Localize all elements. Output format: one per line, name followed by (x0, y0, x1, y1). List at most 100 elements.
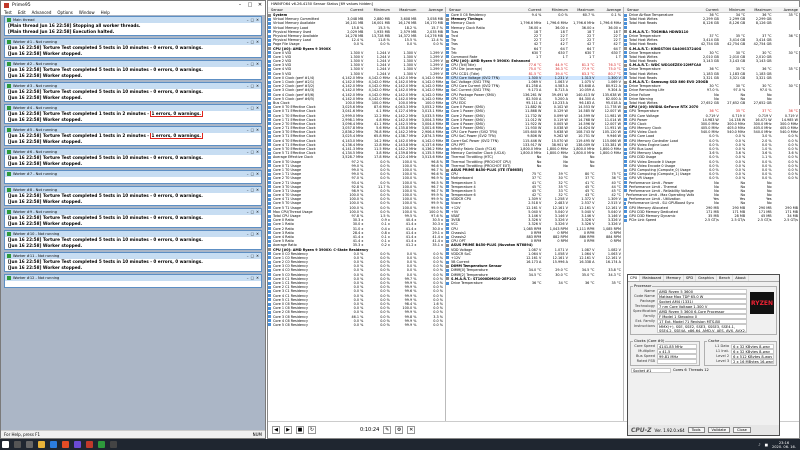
sensor-row[interactable]: Core 5 C6 Residency 0.0 % 0.0 % 99.9 % 0.0 % (268, 323, 445, 327)
worker-close-button[interactable]: ✕ (256, 232, 259, 236)
collapse-icon[interactable]: ▶ (284, 426, 292, 434)
worker-close-button[interactable]: ✕ (256, 62, 259, 66)
cpuz-close-button[interactable]: Close (733, 427, 751, 433)
expand-icon[interactable]: ◀ (272, 426, 280, 434)
hwinfo-taskbar-icon[interactable] (98, 441, 105, 448)
maximize-button[interactable]: □ (245, 2, 255, 8)
column-current[interactable]: Current (694, 7, 720, 12)
edge-icon[interactable] (50, 441, 57, 448)
worker-minimize-button[interactable]: – (247, 172, 249, 176)
tools-button[interactable]: Tools (687, 427, 705, 433)
volume-icon[interactable]: ♪ (758, 443, 760, 447)
task-view-icon[interactable] (26, 441, 33, 448)
column-sensor[interactable]: Sensor (268, 7, 339, 12)
column-sensor[interactable]: Sensor (624, 7, 694, 12)
worker-close-button[interactable]: ✕ (256, 254, 259, 258)
tab-bench[interactable]: Bench (717, 275, 734, 281)
tab-spd[interactable]: SPD (684, 275, 697, 281)
worker-maximize-button[interactable]: □ (251, 254, 254, 258)
prime95-taskbar-icon[interactable] (86, 441, 93, 448)
worker-maximize-button[interactable]: □ (251, 210, 254, 214)
cpuz-taskbar-icon[interactable] (110, 441, 117, 448)
menu-item-test[interactable]: Test (4, 10, 12, 15)
worker-minimize-button[interactable]: – (247, 40, 249, 44)
worker-close-button[interactable]: ✕ (256, 106, 259, 110)
reset-icon[interactable]: ↻ (308, 426, 316, 434)
worker-close-button[interactable]: ✕ (256, 40, 259, 44)
worker-maximize-button[interactable]: □ (251, 172, 254, 176)
menu-item-advanced[interactable]: Advanced (32, 10, 52, 15)
sensor-panel-1[interactable]: Sensor Current Minimum Maximum Average System… (268, 7, 446, 421)
column-minimum[interactable]: Minimum (365, 7, 392, 12)
menu-item-options[interactable]: Options (57, 10, 72, 15)
search-icon[interactable] (14, 441, 21, 448)
worker-close-button[interactable]: ✕ (256, 188, 259, 192)
settings-icon[interactable]: ⚙ (395, 426, 404, 434)
worker-close-button[interactable]: ✕ (256, 172, 259, 176)
column-minimum[interactable]: Minimum (721, 7, 747, 12)
column-average[interactable]: Average (418, 7, 445, 12)
firefox-icon[interactable] (62, 441, 69, 448)
tab-graphics[interactable]: Graphics (696, 275, 717, 281)
worker-maximize-button[interactable]: □ (251, 18, 254, 22)
network-icon[interactable]: ■ (296, 426, 304, 434)
worker-close-button[interactable]: ✕ (256, 276, 259, 280)
start-icon[interactable] (2, 441, 9, 448)
worker-close-button[interactable]: ✕ (256, 150, 259, 154)
column-sensor[interactable]: Sensor (446, 7, 517, 12)
worker-maximize-button[interactable]: □ (251, 62, 254, 66)
close-button[interactable]: ✕ (255, 2, 265, 8)
tab-memory[interactable]: Memory (664, 275, 684, 281)
column-maximum[interactable]: Maximum (392, 7, 419, 12)
minimize-button[interactable]: – (235, 2, 245, 8)
worker-close-button[interactable]: ✕ (256, 128, 259, 132)
column-minimum[interactable]: Minimum (543, 7, 570, 12)
worker-maximize-button[interactable]: □ (251, 150, 254, 154)
network-tray-icon[interactable]: ■ (765, 443, 768, 447)
close-sensors-icon[interactable]: ✕ (407, 426, 416, 434)
column-average[interactable]: Average (774, 7, 800, 12)
tab-mainboard[interactable]: Mainboard (640, 275, 665, 281)
column-average[interactable]: Average (596, 7, 623, 12)
menu-item-help[interactable]: Help (101, 10, 110, 15)
worker-close-button[interactable]: ✕ (256, 18, 259, 22)
worker-minimize-button[interactable]: – (247, 84, 249, 88)
menu-item-window[interactable]: Window (79, 10, 95, 15)
worker-minimize-button[interactable]: – (247, 62, 249, 66)
sensor-panel-3[interactable]: Sensor Current Minimum Maximum Average Drive … (624, 7, 800, 258)
column-maximum[interactable]: Maximum (747, 7, 773, 12)
worker-maximize-button[interactable]: □ (251, 40, 254, 44)
worker-minimize-button[interactable]: – (247, 276, 249, 280)
log-icon[interactable]: ✎ (383, 426, 392, 434)
file-explorer-icon[interactable] (38, 441, 45, 448)
worker-minimize-button[interactable]: – (247, 150, 249, 154)
worker-maximize-button[interactable]: □ (251, 84, 254, 88)
sensor-panel-2[interactable]: Sensor Current Minimum Maximum Average Core 0… (446, 7, 624, 421)
sensor-row[interactable]: Drive Temperature 36 °C 34 °C 36 °C 35 °C (446, 281, 623, 285)
tab-cpu[interactable]: CPU (628, 275, 641, 281)
worker-maximize-button[interactable]: □ (251, 232, 254, 236)
worker-minimize-button[interactable]: – (247, 254, 249, 258)
column-current[interactable]: Current (517, 7, 544, 12)
worker-maximize-button[interactable]: □ (251, 188, 254, 192)
column-current[interactable]: Current (339, 7, 366, 12)
worker-minimize-button[interactable]: – (247, 106, 249, 110)
validate-button[interactable]: Validate (707, 427, 731, 433)
taskbar-clock[interactable]: 23:16 2020. 06. 16. (772, 441, 796, 449)
tab-about[interactable]: About (733, 275, 749, 281)
worker-minimize-button[interactable]: – (247, 232, 249, 236)
discord-icon[interactable] (74, 441, 81, 448)
worker-minimize-button[interactable]: – (247, 128, 249, 132)
prime95-titlebar[interactable]: Prime95 – □ ✕ (1, 1, 265, 9)
worker-close-button[interactable]: ✕ (256, 210, 259, 214)
worker-minimize-button[interactable]: – (247, 18, 249, 22)
column-maximum[interactable]: Maximum (570, 7, 597, 12)
worker-maximize-button[interactable]: □ (251, 276, 254, 280)
sensor-row[interactable]: PCIe Link Speed 2.5 GT/s 2.5 GT/s 2.5 GT/s 2… (624, 218, 800, 222)
menu-item-edit[interactable]: Edit (18, 10, 26, 15)
worker-maximize-button[interactable]: □ (251, 106, 254, 110)
worker-close-button[interactable]: ✕ (256, 84, 259, 88)
worker-maximize-button[interactable]: □ (251, 128, 254, 132)
socket-select[interactable]: Socket #1 (631, 368, 671, 373)
worker-minimize-button[interactable]: – (247, 210, 249, 214)
